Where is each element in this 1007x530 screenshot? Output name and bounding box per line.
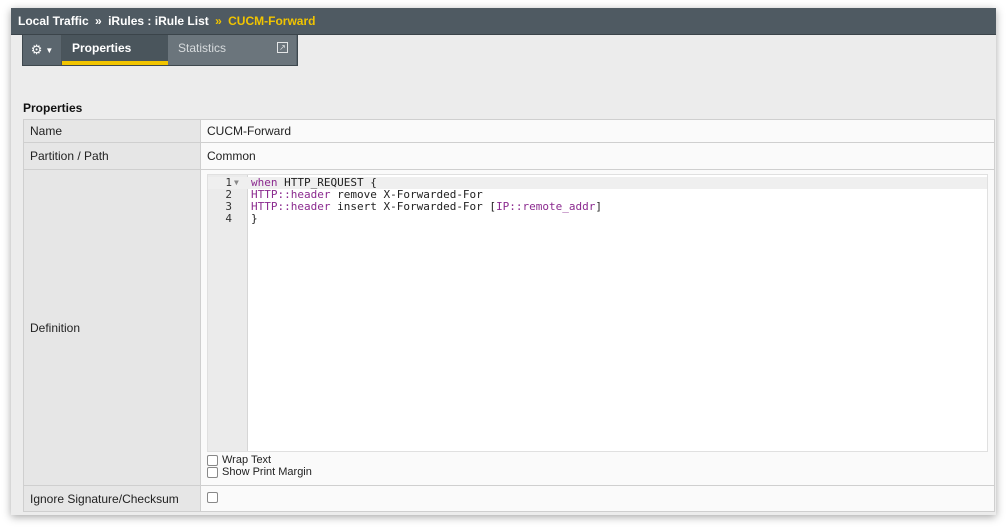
definition-label: Definition bbox=[23, 169, 201, 486]
gear-icon: ⚙ bbox=[30, 42, 43, 57]
breadcrumb: Local Traffic » iRules : iRule List » CU… bbox=[11, 8, 996, 35]
name-value: CUCM-Forward bbox=[200, 119, 995, 143]
tab-group: ⚙ ▼ Properties Statistics ↗ bbox=[22, 35, 298, 66]
breadcrumb-item-irule-list[interactable]: iRules : iRule List bbox=[108, 14, 209, 28]
editor-options: Wrap Text Show Print Margin bbox=[207, 454, 988, 478]
external-link-icon[interactable]: ↗ bbox=[277, 42, 288, 53]
definition-value: 1 ▼ when HTTP_REQUEST { 2 HTTP::header r… bbox=[200, 169, 995, 486]
ignore-checksum-checkbox[interactable] bbox=[207, 491, 218, 503]
window: Local Traffic » iRules : iRule List » CU… bbox=[11, 8, 996, 515]
caret-down-icon: ▼ bbox=[45, 45, 54, 55]
show-print-margin-option[interactable]: Show Print Margin bbox=[207, 466, 988, 478]
function-token: IP::remote_addr bbox=[496, 200, 596, 213]
code-line: 4 } bbox=[208, 213, 987, 225]
tab-statistics[interactable]: Statistics ↗ bbox=[168, 35, 296, 65]
name-label: Name bbox=[23, 119, 201, 143]
tab-properties[interactable]: Properties bbox=[62, 35, 168, 65]
code-text: } bbox=[251, 212, 258, 225]
gear-menu-button[interactable]: ⚙ ▼ bbox=[23, 35, 62, 65]
code-line: 3 HTTP::header insert X-Forwarded-For [I… bbox=[208, 201, 987, 213]
section-title: Properties bbox=[23, 101, 83, 115]
wrap-text-label: Wrap Text bbox=[222, 454, 272, 466]
breadcrumb-item-local-traffic[interactable]: Local Traffic bbox=[18, 14, 89, 28]
partition-value: Common bbox=[200, 142, 995, 170]
breadcrumb-separator: » bbox=[215, 14, 222, 28]
breadcrumb-separator: » bbox=[95, 14, 102, 28]
table-row: Partition / Path Common bbox=[23, 142, 995, 170]
show-print-margin-checkbox[interactable] bbox=[207, 466, 218, 478]
wrap-text-checkbox[interactable] bbox=[207, 454, 218, 466]
partition-label: Partition / Path bbox=[23, 142, 201, 170]
table-row: Name CUCM-Forward bbox=[23, 119, 995, 143]
code-text: ] bbox=[595, 200, 603, 213]
code-text: insert X-Forwarded-For [ bbox=[330, 200, 497, 213]
tab-bar: ⚙ ▼ Properties Statistics ↗ bbox=[11, 35, 996, 69]
tab-statistics-label: Statistics bbox=[178, 41, 227, 55]
table-row: Ignore Signature/Checksum bbox=[23, 485, 995, 512]
breadcrumb-current: CUCM-Forward bbox=[228, 14, 316, 28]
code-editor[interactable]: 1 ▼ when HTTP_REQUEST { 2 HTTP::header r… bbox=[207, 174, 988, 452]
table-row: Definition 1 ▼ when HTTP_REQUEST { 2 HTT… bbox=[23, 169, 995, 486]
line-number: 4 bbox=[225, 212, 232, 225]
ignore-checksum-value bbox=[200, 485, 995, 512]
function-token: HTTP::header bbox=[251, 200, 331, 213]
properties-table: Name CUCM-Forward Partition / Path Commo… bbox=[23, 119, 995, 512]
wrap-text-option[interactable]: Wrap Text bbox=[207, 454, 988, 466]
ignore-checksum-label: Ignore Signature/Checksum bbox=[23, 485, 201, 512]
show-print-margin-label: Show Print Margin bbox=[222, 466, 312, 478]
fold-arrow-icon[interactable]: ▼ bbox=[234, 177, 239, 189]
